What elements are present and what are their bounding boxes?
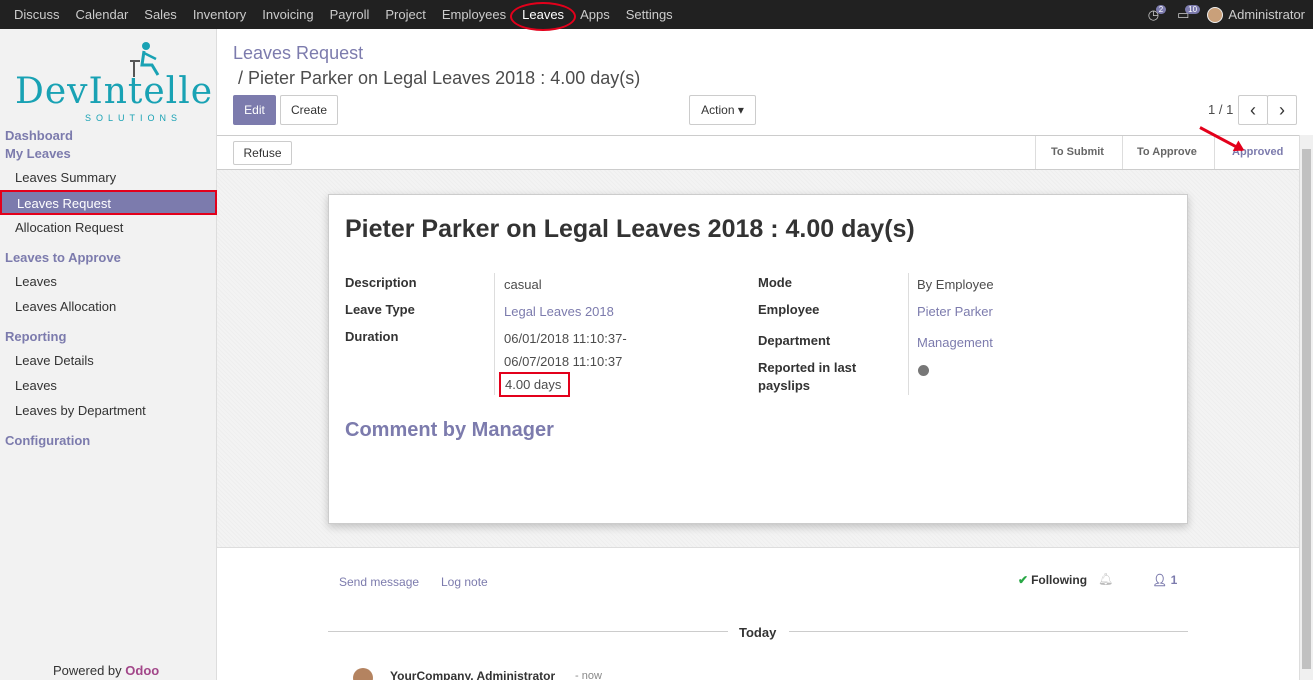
leave-type-label: Leave Type: [345, 302, 415, 317]
department-link[interactable]: Management: [917, 335, 993, 350]
message-author-avatar[interactable]: [353, 668, 373, 680]
check-icon: ✔: [1018, 573, 1029, 587]
followers-button[interactable]: 👤︎ 1: [1152, 573, 1177, 587]
activity-button[interactable]: ◷ 2: [1148, 4, 1167, 23]
sidebar: DevIntelle SOLUTIONS Dashboard My Leaves…: [0, 29, 217, 680]
odoo-link[interactable]: Odoo: [125, 663, 159, 678]
payslip-status-indicator: [918, 365, 929, 376]
leave-type-link[interactable]: Legal Leaves 2018: [504, 304, 614, 319]
breadcrumb-leaves-request[interactable]: Leaves Request: [233, 43, 363, 64]
menu-inventory[interactable]: Inventory: [193, 7, 246, 22]
stage-divider: [1122, 136, 1123, 169]
menu-settings[interactable]: Settings: [626, 7, 673, 22]
date-separator-line: [789, 631, 1188, 632]
mode-value: By Employee: [917, 277, 994, 292]
stage-divider: [1214, 136, 1215, 169]
menu-project[interactable]: Project: [385, 7, 425, 22]
menu-apps[interactable]: Apps: [580, 7, 610, 22]
user-icon: 👤︎: [1152, 573, 1168, 587]
logo-text: DevIntelle: [15, 71, 214, 112]
activity-badge: 2: [1155, 4, 1167, 14]
create-button[interactable]: Create: [280, 95, 338, 125]
duration-days-value: 4.00 days: [499, 372, 570, 397]
action-dropdown[interactable]: Action ▾: [689, 95, 756, 125]
followers-count: 1: [1170, 573, 1178, 587]
following-button[interactable]: ✔ Following: [1018, 573, 1087, 587]
messages-button[interactable]: ▭ 10: [1177, 4, 1201, 23]
date-from-value: 06/01/2018 11:10:37-: [504, 331, 627, 346]
payslip-label-line2: payslips: [758, 378, 811, 393]
sidebar-dashboard[interactable]: Dashboard: [5, 128, 73, 143]
sidebar-item-leave-details[interactable]: Leave Details: [15, 353, 94, 368]
employee-label: Employee: [758, 302, 820, 317]
menu-invoicing[interactable]: Invoicing: [262, 7, 313, 22]
stage-divider: [1035, 136, 1036, 169]
refuse-button[interactable]: Refuse: [233, 141, 292, 165]
menu-discuss[interactable]: Discuss: [14, 7, 60, 22]
department-label: Department: [758, 333, 831, 348]
sidebar-item-leaves-by-department[interactable]: Leaves by Department: [15, 403, 146, 418]
powered-by: Powered by Odoo: [53, 663, 159, 678]
scrollbar-thumb[interactable]: [1302, 149, 1311, 669]
user-avatar[interactable]: [1207, 6, 1224, 23]
sidebar-leaves-to-approve[interactable]: Leaves to Approve: [5, 250, 121, 265]
sidebar-my-leaves[interactable]: My Leaves: [5, 146, 71, 161]
description-value: casual: [504, 277, 542, 292]
user-menu[interactable]: Administrator: [1228, 7, 1305, 22]
pager-value[interactable]: 1 / 1: [1208, 102, 1233, 117]
date-to-value: 06/07/2018 11:10:37: [504, 354, 623, 369]
pager-next-button[interactable]: ›: [1267, 95, 1297, 125]
menu-employees[interactable]: Employees: [442, 7, 506, 22]
logo-subtext: SOLUTIONS: [85, 113, 183, 123]
sidebar-item-leaves[interactable]: Leaves: [15, 274, 57, 289]
systray: ◷ 2 ▭ 10 Administrator: [1148, 0, 1305, 29]
top-navbar: Discuss Calendar Sales Inventory Invoici…: [0, 0, 1313, 31]
menu-leaves[interactable]: Leaves: [510, 2, 577, 31]
sidebar-reporting[interactable]: Reporting: [5, 329, 66, 344]
messages-badge: 10: [1185, 4, 1201, 14]
sidebar-item-allocation-request[interactable]: Allocation Request: [15, 220, 123, 235]
date-separator-line: [328, 631, 728, 632]
payslip-label-line1: Reported in last: [758, 360, 857, 375]
send-message-button[interactable]: Send message: [339, 575, 419, 589]
menu-payroll[interactable]: Payroll: [330, 7, 370, 22]
following-label: Following: [1031, 573, 1088, 587]
log-note-button[interactable]: Log note: [441, 575, 488, 589]
sidebar-item-leaves-report[interactable]: Leaves: [15, 378, 57, 393]
stage-to-submit[interactable]: To Submit: [1051, 136, 1104, 169]
menu-sales[interactable]: Sales: [144, 7, 177, 22]
edit-button[interactable]: Edit: [233, 95, 276, 125]
app-menu: Discuss Calendar Sales Inventory Invoici…: [14, 0, 689, 31]
sidebar-configuration[interactable]: Configuration: [5, 433, 90, 448]
bell-icon[interactable]: 🔔︎: [1098, 572, 1113, 586]
duration-label: Duration: [345, 329, 399, 344]
message-author[interactable]: YourCompany, Administrator: [390, 669, 555, 680]
pager-previous-button[interactable]: ‹: [1238, 95, 1268, 125]
company-logo[interactable]: DevIntelle SOLUTIONS: [15, 41, 212, 126]
date-separator-label: Today: [739, 625, 777, 640]
mode-label: Mode: [758, 275, 792, 290]
powered-by-label: Powered by: [53, 663, 122, 678]
employee-link[interactable]: Pieter Parker: [917, 304, 993, 319]
breadcrumb-current: / Pieter Parker on Legal Leaves 2018 : 4…: [238, 68, 641, 88]
field-divider: [494, 273, 495, 395]
status-bar: Refuse To Submit To Approve Approved: [217, 135, 1299, 170]
description-label: Description: [345, 275, 417, 290]
message-timestamp: - now: [575, 670, 602, 680]
field-divider: [908, 273, 909, 395]
record-title: Pieter Parker on Legal Leaves 2018 : 4.0…: [345, 215, 915, 243]
sidebar-item-leaves-request[interactable]: Leaves Request: [0, 190, 217, 215]
sidebar-item-leaves-summary[interactable]: Leaves Summary: [15, 170, 116, 185]
form-sheet: Pieter Parker on Legal Leaves 2018 : 4.0…: [328, 194, 1188, 524]
comment-heading: Comment by Manager: [345, 419, 554, 441]
stage-to-approve[interactable]: To Approve: [1137, 136, 1197, 169]
menu-calendar[interactable]: Calendar: [76, 7, 129, 22]
scrollbar[interactable]: [1299, 135, 1313, 680]
sidebar-item-leaves-allocation[interactable]: Leaves Allocation: [15, 299, 116, 314]
